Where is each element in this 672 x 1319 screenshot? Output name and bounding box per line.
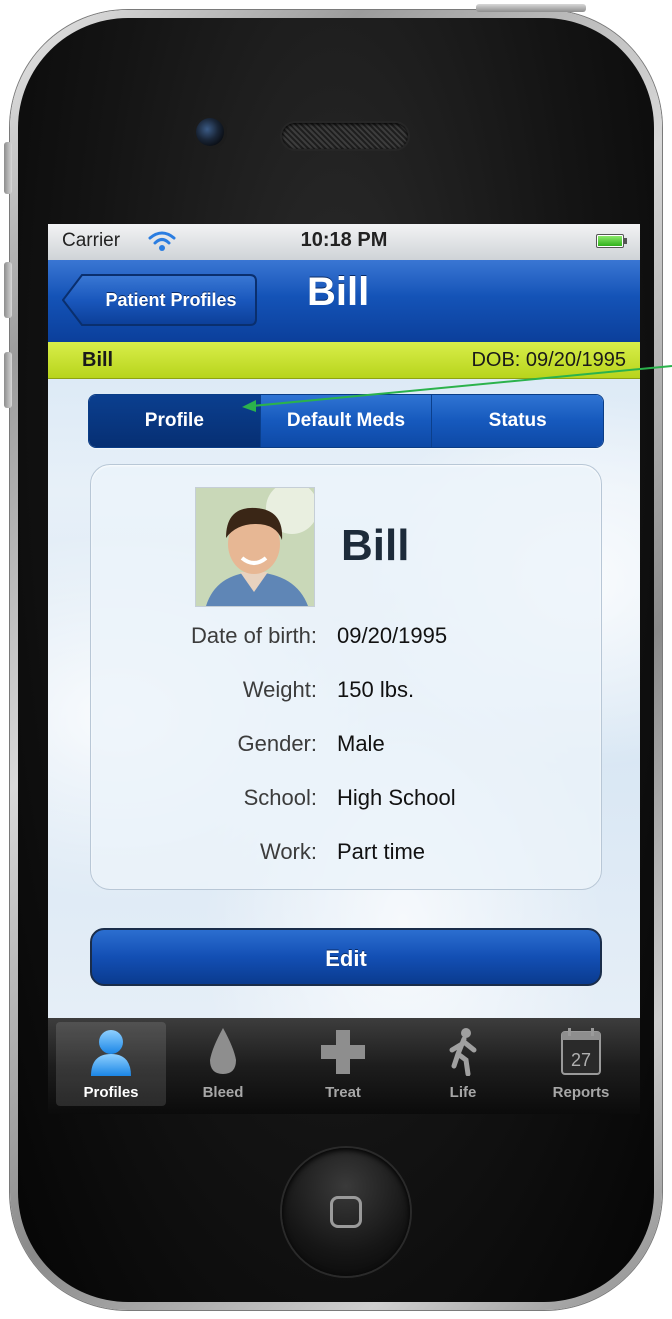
annotation-arrow-icon [242, 365, 672, 412]
